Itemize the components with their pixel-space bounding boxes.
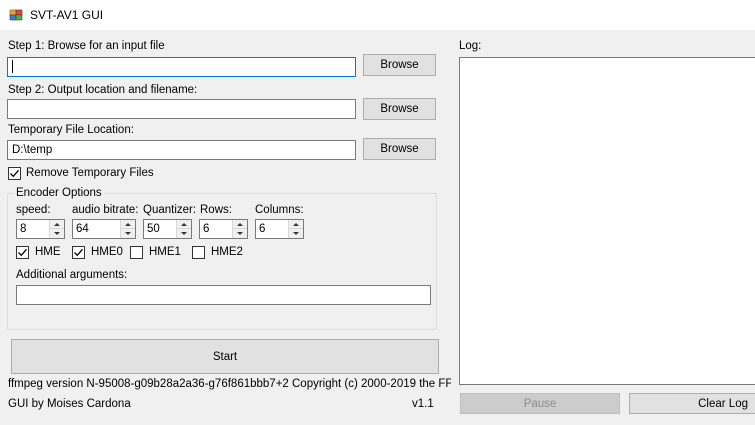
hme-label: HME xyxy=(35,246,61,258)
remove-temp-label: Remove Temporary Files xyxy=(26,167,154,179)
hme0-label: HME0 xyxy=(91,246,123,258)
step2-label: Step 2: Output location and filename: xyxy=(8,84,198,96)
spin-up-arrow[interactable] xyxy=(177,220,191,229)
quantizer-spinner[interactable]: 50 xyxy=(143,219,192,239)
temp-location-field[interactable]: D:\temp xyxy=(7,140,356,160)
spin-up-arrow[interactable] xyxy=(289,220,303,229)
speed-spinner[interactable]: 8 xyxy=(16,219,65,239)
hme2-checkbox[interactable] xyxy=(192,246,205,259)
encoder-options-legend: Encoder Options xyxy=(14,187,104,199)
spin-down-arrow[interactable] xyxy=(289,229,303,238)
quantizer-label: Quantizer: xyxy=(143,204,197,216)
columns-label: Columns: xyxy=(255,204,304,216)
speed-label: speed: xyxy=(16,204,51,216)
additional-args-label: Additional arguments: xyxy=(16,269,128,281)
window-title: SVT-AV1 GUI xyxy=(30,8,104,22)
browse-output-button[interactable]: Browse xyxy=(363,98,436,120)
audio-bitrate-spinner[interactable]: 64 xyxy=(72,219,136,239)
browse-temp-button[interactable]: Browse xyxy=(363,138,436,160)
audio-bitrate-value: 64 xyxy=(76,223,89,235)
ffmpeg-version-text: ffmpeg version N-95008-g09b28a2a36-g76f8… xyxy=(8,378,451,390)
hme2-label: HME2 xyxy=(211,246,243,258)
spin-up-arrow[interactable] xyxy=(233,220,247,229)
hme1-label: HME1 xyxy=(149,246,181,258)
columns-value: 6 xyxy=(259,223,266,235)
columns-spinner[interactable]: 6 xyxy=(255,219,304,239)
start-button[interactable]: Start xyxy=(11,339,439,374)
browse-input-button[interactable]: Browse xyxy=(363,54,436,76)
title-bar: SVT-AV1 GUI xyxy=(0,0,755,31)
rows-value: 6 xyxy=(203,223,210,235)
log-label: Log: xyxy=(459,40,482,52)
speed-value: 8 xyxy=(20,223,27,235)
rows-label: Rows: xyxy=(200,204,232,216)
spin-down-arrow[interactable] xyxy=(50,229,64,238)
quantizer-value: 50 xyxy=(147,223,160,235)
hme1-checkbox[interactable] xyxy=(130,246,143,259)
spin-down-arrow[interactable] xyxy=(233,229,247,238)
rows-spinner[interactable]: 6 xyxy=(199,219,248,239)
additional-args-field[interactable] xyxy=(16,285,431,305)
log-textarea[interactable] xyxy=(459,57,755,385)
spin-up-arrow[interactable] xyxy=(50,220,64,229)
output-file-field[interactable] xyxy=(7,99,356,119)
check-icon xyxy=(18,248,27,257)
hme-checkbox[interactable] xyxy=(16,246,29,259)
spin-up-arrow[interactable] xyxy=(121,220,135,229)
credit-text: GUI by Moises Cardona xyxy=(8,398,131,410)
spin-down-arrow[interactable] xyxy=(177,229,191,238)
check-icon xyxy=(10,169,19,178)
input-file-field[interactable] xyxy=(7,57,356,77)
text-caret xyxy=(12,60,13,74)
clear-log-button[interactable]: Clear Log xyxy=(629,393,755,414)
version-text: v1.1 xyxy=(412,398,434,410)
audio-bitrate-label: audio bitrate: xyxy=(72,204,139,216)
pause-button[interactable]: Pause xyxy=(460,393,620,414)
temp-location-label: Temporary File Location: xyxy=(8,124,134,136)
app-icon xyxy=(9,8,23,22)
remove-temp-checkbox[interactable] xyxy=(8,167,21,180)
step1-label: Step 1: Browse for an input file xyxy=(8,40,165,52)
check-icon xyxy=(74,248,83,257)
spin-down-arrow[interactable] xyxy=(121,229,135,238)
hme0-checkbox[interactable] xyxy=(72,246,85,259)
